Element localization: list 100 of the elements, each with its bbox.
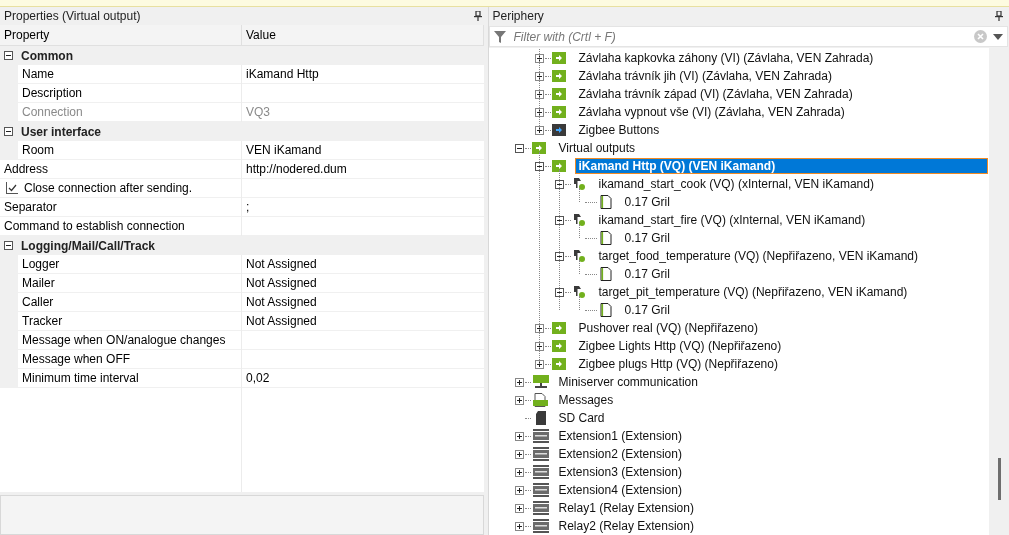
tree-item[interactable]: Virtual outputs	[554, 140, 639, 156]
property-row[interactable]: Message when OFF	[0, 350, 484, 369]
property-value[interactable]: Not Assigned	[246, 257, 317, 271]
extension-module-icon	[531, 429, 552, 443]
tree-item[interactable]: Extension4 (Extension)	[554, 482, 686, 498]
property-row[interactable]: Separator ;	[0, 198, 484, 217]
tree-item[interactable]: Extension2 (Extension)	[554, 446, 686, 462]
tree-item[interactable]: Extension1 (Extension)	[554, 428, 686, 444]
filter-box[interactable]: Filter with (Crtl + F)	[488, 26, 1008, 47]
expander-icon[interactable]	[514, 431, 524, 441]
expander-icon[interactable]	[534, 71, 544, 81]
property-value[interactable]: Not Assigned	[246, 314, 317, 328]
panel-title: Periphery	[492, 9, 544, 23]
extension-module-icon	[531, 447, 552, 461]
expander-icon[interactable]	[514, 521, 524, 531]
tree-item[interactable]: ikamand_start_cook (VQ) (xInternal, VEN iKamand)	[594, 176, 878, 192]
expander-icon[interactable]	[554, 215, 564, 225]
filter-field[interactable]: Filter with (Crtl + F)	[511, 28, 968, 45]
property-name: Message when OFF	[22, 352, 131, 366]
column-header[interactable]: Value	[242, 25, 484, 45]
property-value[interactable]: ;	[246, 200, 250, 214]
property-value[interactable]: VEN iKamand	[246, 143, 322, 157]
property-row[interactable]: Room VEN iKamand	[0, 141, 484, 160]
column-header[interactable]: Property	[0, 25, 242, 45]
property-row[interactable]: Caller Not Assigned	[0, 293, 484, 312]
expander-icon[interactable]	[534, 125, 544, 135]
extension-module-icon	[531, 465, 552, 479]
tree-item[interactable]: Pushover real (VQ) (Nepřiřazeno)	[574, 320, 762, 336]
expander-icon[interactable]	[534, 323, 544, 333]
property-value[interactable]: iKamand Http	[246, 67, 319, 81]
expander-icon[interactable]	[534, 107, 544, 117]
tree-item[interactable]: ikamand_start_fire (VQ) (xInternal, VEN iKamand)	[594, 212, 870, 228]
expander-icon[interactable]	[514, 503, 524, 513]
property-row[interactable]: Minimum time interval 0,02	[0, 369, 484, 388]
property-value[interactable]: Not Assigned	[246, 295, 317, 309]
expander-icon[interactable]	[534, 359, 544, 369]
property-value[interactable]: http://nodered.dum	[246, 162, 347, 176]
tree-item[interactable]: Relay1 (Relay Extension)	[554, 500, 698, 516]
property-row[interactable]: Logger Not Assigned	[0, 255, 484, 274]
property-name: Address	[4, 162, 49, 176]
expander-icon[interactable]	[514, 485, 524, 495]
network-icon	[531, 375, 552, 389]
expander-icon[interactable]	[4, 51, 13, 60]
tree-item[interactable]: target_food_temperature (VQ) (Nepřiřazeno, VEN iKamand)	[594, 248, 922, 264]
property-row[interactable]: Tracker Not Assigned	[0, 312, 484, 331]
tree-item[interactable]: iKamand Http (VQ) (VEN iKamand)	[574, 158, 988, 174]
property-row[interactable]: Address http://nodered.dum	[0, 160, 484, 179]
tree-item[interactable]: Extension3 (Extension)	[554, 464, 686, 480]
expander-icon[interactable]	[514, 143, 524, 153]
pin-icon[interactable]	[473, 11, 482, 21]
expander-icon[interactable]	[534, 161, 544, 171]
property-value[interactable]: 0,02	[246, 371, 270, 385]
expander-icon[interactable]	[554, 179, 564, 189]
expander-icon[interactable]	[514, 467, 524, 477]
tree-item[interactable]: SD Card	[554, 410, 609, 426]
tree-item[interactable]: target_pit_temperature (VQ) (Nepřiřazeno, VEN iKamand)	[594, 284, 912, 300]
tree-item[interactable]: 0.17 Gril	[620, 230, 674, 246]
property-name: Tracker	[22, 314, 63, 328]
tree-item[interactable]: Závlaha trávník západ (VI) (Závlaha, VEN Zahrada)	[574, 86, 857, 102]
expander-icon[interactable]	[534, 53, 544, 63]
extension-module-icon	[531, 483, 552, 497]
tree-item[interactable]: Messages	[554, 392, 618, 408]
property-name: Logger	[22, 257, 60, 271]
tree-item[interactable]: Zigbee Lights Http (VQ) (Nepřiřazeno)	[574, 338, 786, 354]
checkbox[interactable]	[6, 182, 18, 194]
property-name: Name	[22, 67, 54, 81]
expander-icon[interactable]	[534, 341, 544, 351]
tree-item[interactable]: Zigbee Buttons	[574, 122, 664, 138]
scrollbar-thumb[interactable]	[997, 458, 1001, 500]
expander-icon[interactable]	[4, 241, 13, 250]
property-row[interactable]: Description	[0, 84, 484, 103]
dropdown-caret-icon[interactable]	[993, 33, 1003, 40]
expander-icon[interactable]	[514, 449, 524, 459]
pin-icon[interactable]	[995, 11, 1003, 21]
tree-item[interactable]: Závlaha kapkovka záhony (VI) (Závlaha, VEN Zahrada)	[574, 50, 878, 66]
category-label: Common	[21, 48, 73, 63]
tree-item[interactable]: Zigbee plugs Http (VQ) (Nepřiřazeno)	[574, 356, 782, 372]
expander-icon[interactable]	[554, 287, 564, 297]
expander-icon[interactable]	[554, 251, 564, 261]
tree-item[interactable]: Závlaha vypnout vše (VI) (Závlaha, VEN Zahrada)	[574, 104, 849, 120]
property-row[interactable]: Name iKamand Http	[0, 65, 484, 84]
property-row[interactable]: Message when ON/analogue changes	[0, 331, 484, 350]
property-row[interactable]: Mailer Not Assigned	[0, 274, 484, 293]
property-name: Minimum time interval	[22, 371, 139, 385]
expander-icon[interactable]	[534, 89, 544, 99]
property-value[interactable]: Not Assigned	[246, 276, 317, 290]
expander-icon[interactable]	[4, 127, 13, 136]
tree-item[interactable]: 0.17 Gril	[620, 194, 674, 210]
tree-item[interactable]: 0.17 Gril	[620, 266, 674, 282]
expander-icon[interactable]	[514, 395, 524, 405]
tree-item[interactable]: Relay2 (Relay Extension)	[554, 518, 698, 534]
expander-icon[interactable]	[514, 377, 524, 387]
tree-item[interactable]: Závlaha trávník jih (VI) (Závlaha, VEN Zahrada)	[574, 68, 836, 84]
tree-item[interactable]: 0.17 Gril	[620, 302, 674, 318]
property-name: Caller	[22, 295, 54, 309]
panel-title: Properties (Virtual output)	[4, 9, 141, 23]
tree-item[interactable]: Miniserver communication	[554, 374, 702, 390]
property-name: Mailer	[22, 276, 55, 290]
property-row[interactable]: Close connection after sending.	[0, 179, 484, 198]
property-row[interactable]: Command to establish connection	[0, 217, 484, 236]
